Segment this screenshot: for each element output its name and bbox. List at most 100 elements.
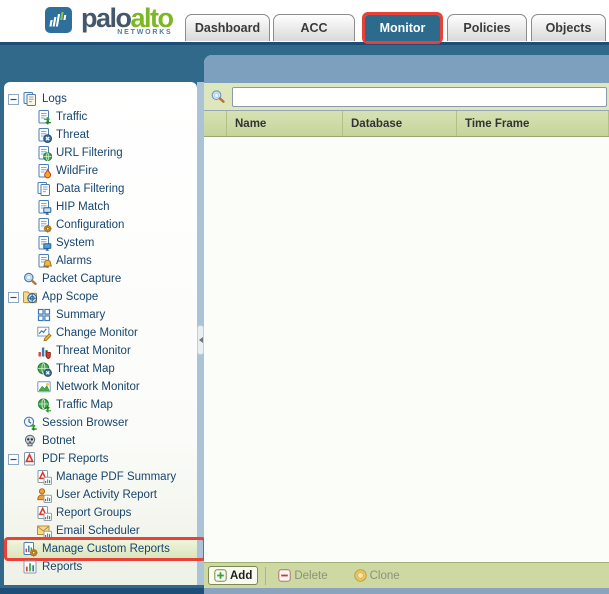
- tab-acc[interactable]: ACC: [273, 14, 355, 41]
- sidebar-item-label: Traffic: [56, 111, 88, 123]
- clone-button[interactable]: Clone: [348, 566, 406, 585]
- sidebar-item-system[interactable]: System: [4, 234, 197, 252]
- search-input[interactable]: [232, 86, 607, 107]
- minus-icon: [278, 569, 292, 582]
- tab-objects[interactable]: Objects: [531, 14, 606, 41]
- app-header: paloalto NETWORKS Dashboard ACC Monitor Pol…: [0, 0, 609, 44]
- sidebar-item-label: Network Monitor: [56, 381, 140, 393]
- data-filtering-icon: [36, 181, 52, 197]
- clone-icon: [353, 569, 367, 582]
- traffic-map-icon: [36, 397, 52, 413]
- configuration-log-icon: [36, 217, 52, 233]
- network-monitor-icon: [36, 379, 52, 395]
- panel-bottom-edge: [204, 588, 609, 594]
- column-header-name[interactable]: Name: [227, 111, 343, 136]
- threat-log-icon: [36, 127, 52, 143]
- sidebar-item-botnet[interactable]: Botnet: [4, 432, 197, 450]
- sidebar-item-data-filtering[interactable]: Data Filtering: [4, 180, 197, 198]
- report-groups-icon: [36, 505, 52, 521]
- row-select-column-header: [204, 111, 227, 136]
- threat-monitor-icon: [36, 343, 52, 359]
- sidebar-item-label: Change Monitor: [56, 327, 138, 339]
- brand-name: paloalto: [81, 3, 174, 33]
- add-button[interactable]: Add: [208, 566, 259, 585]
- sidebar-item-threat[interactable]: Threat: [4, 126, 197, 144]
- reports-icon: [22, 559, 38, 575]
- system-log-icon: [36, 235, 52, 251]
- tree-collapse-toggle[interactable]: [8, 453, 19, 465]
- sidebar-item-reports[interactable]: Reports: [4, 558, 197, 576]
- collapse-sidebar-handle[interactable]: [197, 325, 204, 355]
- sidebar-item-label: Manage PDF Summary: [56, 471, 177, 483]
- sidebar-item-traffic-map[interactable]: Traffic Map: [4, 396, 197, 414]
- tab-policies[interactable]: Policies: [447, 14, 527, 41]
- sidebar-item-label: Manage Custom Reports: [42, 543, 170, 555]
- sidebar-item-label: Configuration: [56, 219, 125, 231]
- sidebar-item-label: Session Browser: [42, 417, 129, 429]
- sidebar-item-traffic[interactable]: Traffic: [4, 108, 197, 126]
- sidebar-item-manage-custom-reports[interactable]: Manage Custom Reports: [4, 537, 206, 561]
- sidebar-item-threat-map[interactable]: Threat Map: [4, 360, 197, 378]
- sidebar-item-session-browser[interactable]: Session Browser: [4, 414, 197, 432]
- botnet-icon: [22, 433, 38, 449]
- sidebar-item-email-scheduler[interactable]: Email Scheduler: [4, 522, 197, 540]
- reports-table-header: Name Database Time Frame: [204, 111, 609, 137]
- sidebar-item-label: Traffic Map: [56, 399, 113, 411]
- column-header-database[interactable]: Database: [343, 111, 457, 136]
- content-header-band: [204, 55, 609, 83]
- sidebar-item-label: PDF Reports: [42, 453, 109, 465]
- sidebar-item-user-activity-report[interactable]: User Activity Report: [4, 486, 197, 504]
- actions-toolbar: Add Delete Clone: [204, 562, 609, 588]
- sidebar-item-label: Threat Monitor: [56, 345, 131, 357]
- sidebar-item-label: System: [56, 237, 95, 249]
- sidebar-item-wildfire[interactable]: WildFire: [4, 162, 197, 180]
- sidebar-item-alarms[interactable]: Alarms: [4, 252, 197, 270]
- sidebar-item-label: Alarms: [56, 255, 92, 267]
- window-bottom-bar: [0, 588, 204, 594]
- header-divider-bar: [0, 42, 609, 45]
- sidebar-item-summary[interactable]: Summary: [4, 306, 197, 324]
- sidebar-item-label: URL Filtering: [56, 147, 123, 159]
- tree-collapse-toggle[interactable]: [8, 93, 19, 105]
- tree-collapse-toggle[interactable]: [8, 291, 19, 303]
- search-toolbar: [204, 83, 609, 111]
- sidebar-item-label: Summary: [56, 309, 106, 321]
- sidebar-item-url-filtering[interactable]: URL Filtering: [4, 144, 197, 162]
- sidebar-item-label: Reports: [42, 561, 83, 573]
- paloalto-logo-icon: [44, 5, 74, 40]
- sidebar-item-change-monitor[interactable]: Change Monitor: [4, 324, 197, 342]
- sidebar-item-app-scope[interactable]: App Scope: [4, 288, 197, 306]
- sidebar-item-label: User Activity Report: [56, 489, 157, 501]
- sidebar-item-hip-match[interactable]: HIP Match: [4, 198, 197, 216]
- tab-dashboard[interactable]: Dashboard: [185, 14, 270, 41]
- sidebar-item-configuration[interactable]: Configuration: [4, 216, 197, 234]
- url-filtering-icon: [36, 145, 52, 161]
- sidebar-item-threat-monitor[interactable]: Threat Monitor: [4, 342, 197, 360]
- sidebar-item-label: Threat Map: [56, 363, 115, 375]
- sidebar-item-report-groups[interactable]: Report Groups: [4, 504, 197, 522]
- navigation-tree: Logs Traffic Threat URL Filtering WildFire Da…: [4, 82, 206, 585]
- sidebar-item-label: Botnet: [42, 435, 76, 447]
- summary-icon: [36, 307, 52, 323]
- paloalto-logo: paloalto NETWORKS: [44, 3, 174, 40]
- sidebar-item-logs[interactable]: Logs: [4, 90, 197, 108]
- sidebar-item-label: App Scope: [42, 291, 99, 303]
- sidebar-item-packet-capture[interactable]: Packet Capture: [4, 270, 197, 288]
- arrow-left-icon: [198, 337, 203, 343]
- sidebar-item-pdf-reports[interactable]: PDF Reports: [4, 450, 197, 468]
- sidebar-item-label: Data Filtering: [56, 183, 125, 195]
- sidebar-item-label: Logs: [42, 93, 67, 105]
- panel-splitter[interactable]: [197, 82, 204, 585]
- delete-button[interactable]: Delete: [272, 566, 333, 585]
- toolbar-separator: [265, 566, 267, 585]
- sidebar-item-manage-pdf-summary[interactable]: Manage PDF Summary: [4, 468, 197, 486]
- sidebar-item-label: Email Scheduler: [56, 525, 140, 537]
- hip-match-icon: [36, 199, 52, 215]
- manage-custom-reports-icon: [22, 541, 38, 557]
- column-header-time-frame[interactable]: Time Frame: [457, 111, 609, 136]
- sidebar-item-label: Threat: [56, 129, 90, 141]
- sidebar-item-network-monitor[interactable]: Network Monitor: [4, 378, 197, 396]
- change-monitor-icon: [36, 325, 52, 341]
- manage-pdf-summary-icon: [36, 469, 52, 485]
- tab-monitor[interactable]: Monitor: [365, 15, 440, 41]
